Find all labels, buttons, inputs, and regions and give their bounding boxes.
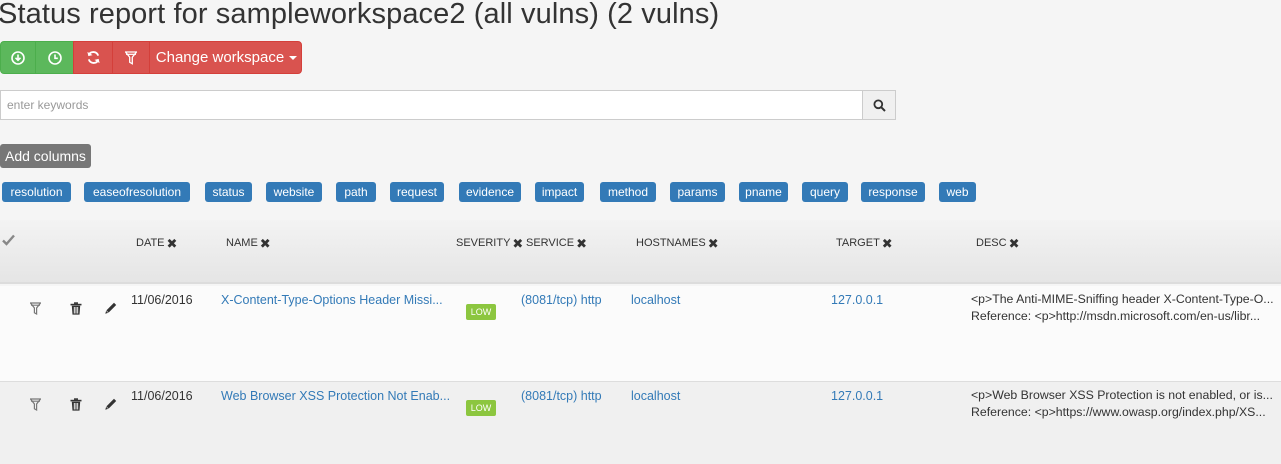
table-row[interactable]: 11/06/2016 Web Browser XSS Protection No… xyxy=(0,381,1281,464)
row-target-link[interactable]: 127.0.0.1 xyxy=(831,293,883,307)
refresh-button[interactable] xyxy=(73,41,113,74)
search-icon xyxy=(873,99,886,112)
column-header-target-label: TARGET xyxy=(836,237,880,249)
row-hostname-link[interactable]: localhost xyxy=(631,293,680,307)
remove-column-icon[interactable]: ✖ xyxy=(512,237,523,250)
column-tag-website[interactable]: website xyxy=(266,182,322,202)
column-header-desc[interactable]: DESC ✖ xyxy=(976,237,1020,250)
change-workspace-label: Change workspace xyxy=(155,49,285,66)
column-tag-params[interactable]: params xyxy=(670,182,725,202)
trash-icon[interactable] xyxy=(70,398,82,411)
pencil-icon[interactable] xyxy=(105,302,117,314)
search-button[interactable] xyxy=(862,90,896,120)
column-tag-request[interactable]: request xyxy=(390,182,444,202)
column-tag-query[interactable]: query xyxy=(802,182,848,202)
column-tag-method[interactable]: method xyxy=(600,182,656,202)
row-desc-line: <p>Web Browser XSS Protection is not ena… xyxy=(971,388,1273,402)
remove-column-icon[interactable]: ✖ xyxy=(708,237,719,250)
remove-column-icon[interactable]: ✖ xyxy=(167,237,178,250)
column-header-service[interactable]: SERVICE ✖ xyxy=(526,237,587,250)
row-date: 11/06/2016 xyxy=(131,389,193,403)
column-header-hostnames-label: HOSTNAMES xyxy=(636,237,706,249)
filter-icon[interactable] xyxy=(30,398,41,411)
severity-badge: LOW xyxy=(466,304,496,320)
row-service-link[interactable]: (8081/tcp) http xyxy=(521,389,602,403)
row-desc-line: Reference: <p>https://www.owasp.org/inde… xyxy=(971,405,1266,419)
page-title: Status report for sampleworkspace2 (all … xyxy=(0,0,720,30)
change-workspace-dropdown[interactable]: Change workspace xyxy=(149,41,302,74)
column-header-name-label: NAME xyxy=(226,237,258,249)
row-hostname-link[interactable]: localhost xyxy=(631,389,680,403)
row-desc-line: <p>The Anti-MIME-Sniffing header X-Conte… xyxy=(971,292,1274,306)
row-name-link[interactable]: X-Content-Type-Options Header Missi... xyxy=(221,293,443,307)
column-tag-response[interactable]: response xyxy=(861,182,925,202)
severity-badge: LOW xyxy=(466,400,496,416)
row-date: 11/06/2016 xyxy=(131,293,193,307)
column-header-name[interactable]: NAME ✖ xyxy=(226,237,271,250)
column-tag-path[interactable]: path xyxy=(336,182,376,202)
column-header-service-label: SERVICE xyxy=(526,237,575,249)
history-button[interactable] xyxy=(35,41,74,74)
column-header-date-label: DATE xyxy=(136,237,165,249)
remove-column-icon[interactable]: ✖ xyxy=(882,237,893,250)
column-tag-resolution[interactable]: resolution xyxy=(2,182,71,202)
row-desc-line: Reference: <p>http://msdn.microsoft.com/… xyxy=(971,309,1261,323)
row-name-link[interactable]: Web Browser XSS Protection Not Enab... xyxy=(221,389,450,403)
remove-column-icon[interactable]: ✖ xyxy=(1009,237,1020,250)
column-tag-web[interactable]: web xyxy=(939,182,976,202)
search-input[interactable] xyxy=(0,90,863,120)
clock-icon xyxy=(47,50,62,65)
table-row[interactable]: 11/06/2016 X-Content-Type-Options Header… xyxy=(0,286,1281,382)
column-tag-status[interactable]: status xyxy=(205,182,252,202)
select-all-check-icon[interactable] xyxy=(2,234,15,246)
row-service-link[interactable]: (8081/tcp) http xyxy=(521,293,602,307)
trash-icon[interactable] xyxy=(70,302,82,315)
remove-column-icon[interactable]: ✖ xyxy=(260,237,271,250)
filter-icon xyxy=(125,50,137,65)
column-tag-evidence[interactable]: evidence xyxy=(459,182,521,202)
column-header-target[interactable]: TARGET ✖ xyxy=(836,237,893,250)
row-desc: <p>The Anti-MIME-Sniffing header X-Conte… xyxy=(971,291,1274,325)
pencil-icon[interactable] xyxy=(105,398,117,410)
column-tag-impact[interactable]: impact xyxy=(535,182,584,202)
row-target-link[interactable]: 127.0.0.1 xyxy=(831,389,883,403)
table-header: DATE ✖ NAME ✖ SEVERITY ✖ SERVICE ✖ HOSTNAMES… xyxy=(0,220,1281,284)
remove-column-icon[interactable]: ✖ xyxy=(576,237,587,250)
caret-down-icon xyxy=(289,55,298,60)
column-header-severity[interactable]: SEVERITY ✖ xyxy=(456,237,523,250)
download-circle-icon xyxy=(11,50,25,65)
refresh-icon xyxy=(86,51,100,64)
column-tag-pname[interactable]: pname xyxy=(739,182,788,202)
row-desc: <p>Web Browser XSS Protection is not ena… xyxy=(971,387,1273,421)
add-columns-label: Add columns xyxy=(0,144,91,168)
column-tag-easeofresolution[interactable]: easeofresolution xyxy=(84,182,190,202)
toolbar: Change workspace xyxy=(0,41,302,74)
filter-button[interactable] xyxy=(112,41,150,74)
column-header-severity-label: SEVERITY xyxy=(456,237,511,249)
column-header-date[interactable]: DATE ✖ xyxy=(136,237,178,250)
filter-icon[interactable] xyxy=(30,302,41,315)
download-button[interactable] xyxy=(0,41,36,74)
column-header-hostnames[interactable]: HOSTNAMES ✖ xyxy=(636,237,719,250)
column-header-desc-label: DESC xyxy=(976,237,1007,249)
